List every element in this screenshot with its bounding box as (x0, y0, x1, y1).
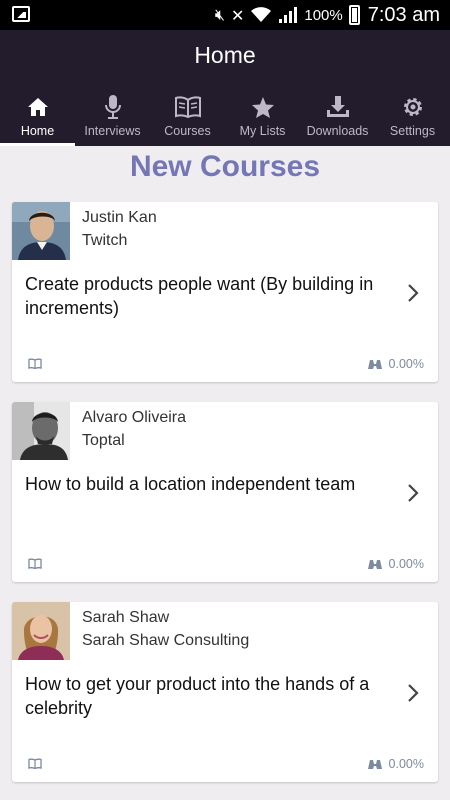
tab-interviews[interactable]: Interviews (75, 90, 150, 146)
avatar (12, 202, 70, 260)
book-icon (174, 90, 201, 124)
course-title: How to build a location independent team (25, 474, 356, 494)
tab-bar: Home Interviews Courses My Lists Downloa… (0, 90, 450, 146)
course-card[interactable]: Justin Kan Twitch Create products people… (12, 202, 438, 382)
progress-percent: 0.00% (388, 557, 424, 571)
course-card[interactable]: Alvaro Oliveira Toptal How to build a lo… (12, 402, 438, 582)
chevron-right-icon (408, 284, 419, 302)
home-icon (27, 90, 49, 124)
gear-icon (402, 90, 424, 124)
book-icon (28, 558, 42, 569)
instructor-name: Justin Kan (82, 209, 157, 226)
tab-settings[interactable]: Settings (375, 90, 450, 146)
tab-label: Home (20, 124, 55, 138)
star-icon (251, 90, 275, 124)
section-title: New Courses (129, 150, 321, 183)
instructor-company: Sarah Shaw Consulting (82, 632, 250, 649)
clock: 7:03 am (367, 3, 440, 26)
battery-percent: 100% (304, 6, 343, 24)
binoculars-icon (367, 360, 382, 369)
tab-home[interactable]: Home (0, 90, 75, 146)
tab-my-lists[interactable]: My Lists (225, 90, 300, 146)
course-title: Create products people want (By building… (25, 274, 374, 318)
tab-label: Settings (389, 124, 436, 138)
binoculars-icon (367, 560, 382, 569)
book-icon (28, 758, 42, 769)
progress: 0.00% (367, 557, 424, 571)
status-bar-right: 🔇︎ ✕ 100% 7:03 am (215, 0, 440, 30)
tab-label: Interviews (84, 124, 141, 138)
instructor-name: Sarah Shaw (82, 609, 170, 626)
progress: 0.00% (367, 357, 424, 371)
tab-courses[interactable]: Courses (150, 90, 225, 146)
instructor-company: Twitch (82, 232, 128, 249)
binoculars-icon (367, 760, 382, 769)
progress-percent: 0.00% (388, 757, 424, 771)
no-sim-icon: ✕ (230, 5, 245, 25)
download-icon (326, 90, 350, 124)
tab-label: Downloads (306, 124, 369, 138)
signal-icon (279, 7, 298, 23)
page-title: Home (194, 42, 256, 68)
tab-label: Courses (164, 124, 211, 138)
mute-icon: 🔇︎ (214, 5, 225, 24)
tab-label: My Lists (239, 124, 286, 138)
microphone-icon (104, 90, 122, 124)
status-bar: 🔇︎ ✕ 100% 7:03 am (0, 0, 450, 30)
chevron-right-icon (408, 684, 419, 702)
tab-downloads[interactable]: Downloads (300, 90, 375, 146)
course-title: How to get your product into the hands o… (25, 674, 370, 718)
avatar (12, 602, 70, 660)
instructor-name: Alvaro Oliveira (82, 409, 187, 426)
progress: 0.00% (367, 757, 424, 771)
content-area[interactable]: New Courses Justin Kan Twitch Create pro… (0, 146, 450, 800)
course-card[interactable]: Sarah Shaw Sarah Shaw Consulting How to … (12, 602, 438, 782)
book-icon (28, 358, 42, 369)
gallery-notification-icon (12, 6, 30, 22)
progress-percent: 0.00% (388, 357, 424, 371)
wifi-icon (251, 7, 272, 22)
battery-icon (348, 5, 360, 25)
instructor-company: Toptal (82, 432, 125, 449)
avatar (12, 402, 70, 460)
app-bar: Home Home Interviews Courses My Lists Do… (0, 30, 450, 146)
chevron-right-icon (408, 484, 419, 502)
